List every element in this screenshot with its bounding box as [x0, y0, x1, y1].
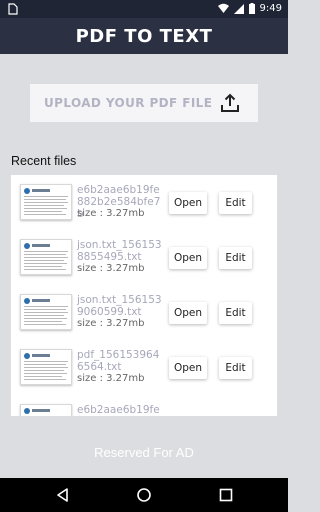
file-name: json.txt_1561539060599.txt	[77, 294, 162, 318]
edit-button[interactable]: Edit	[219, 302, 252, 324]
status-time: 9:49	[259, 3, 282, 14]
signal-icon	[233, 3, 244, 14]
file-row[interactable]: json.txt_1561538855495.txt size : 3.27mb…	[11, 230, 277, 285]
file-row[interactable]: pdf_1561539646564.txt size : 3.27mb Open…	[11, 340, 277, 395]
edit-button[interactable]: Edit	[219, 357, 252, 379]
navigation-bar	[0, 478, 288, 512]
open-button[interactable]: Open	[169, 302, 207, 324]
file-row[interactable]: json.txt_1561539060599.txt size : 3.27mb…	[11, 285, 277, 340]
back-icon[interactable]	[55, 487, 71, 503]
file-name: pdf_1561539646564.txt	[77, 349, 160, 373]
file-name: json.txt_1561538855495.txt	[77, 239, 162, 263]
recents-icon[interactable]	[218, 487, 234, 503]
upload-pdf-button[interactable]: UPLOAD YOUR PDF FILE	[30, 84, 258, 122]
recent-files-title: Recent files	[11, 154, 77, 168]
home-icon[interactable]	[136, 487, 152, 503]
ad-placeholder: Reserved For AD	[94, 445, 194, 460]
file-thumbnail	[20, 404, 72, 416]
battery-icon	[248, 3, 255, 14]
file-name: e6b2aae6b19fe8	[77, 404, 160, 416]
open-button[interactable]: Open	[169, 357, 207, 379]
file-size: size : 3.27mb	[77, 318, 145, 329]
upload-label: UPLOAD YOUR PDF FILE	[44, 96, 213, 110]
recent-files-list[interactable]: e6b2aae6b19fe882b2e584bfe7b size : 3.27m…	[11, 175, 277, 416]
file-thumbnail	[20, 294, 72, 330]
open-button[interactable]: Open	[169, 247, 207, 269]
edit-button[interactable]: Edit	[219, 247, 252, 269]
file-thumbnail	[20, 184, 72, 220]
upload-icon	[221, 93, 239, 112]
file-size: size : 3.27mb	[77, 373, 145, 384]
app-title: PDF TO TEXT	[75, 25, 213, 47]
file-thumbnail	[20, 349, 72, 385]
wifi-icon	[217, 3, 229, 13]
status-bar: 9:49	[0, 0, 288, 18]
file-thumbnail	[20, 239, 72, 275]
open-button[interactable]: Open	[169, 192, 207, 214]
file-row[interactable]: e6b2aae6b19fe8	[11, 395, 277, 416]
edit-button[interactable]: Edit	[219, 192, 252, 214]
file-size: size : 3.27mb	[77, 263, 145, 274]
app-header: PDF TO TEXT	[0, 18, 288, 54]
file-size: size : 3.27mb	[77, 208, 145, 219]
file-row[interactable]: e6b2aae6b19fe882b2e584bfe7b size : 3.27m…	[11, 175, 277, 230]
sim-card-icon	[8, 3, 18, 15]
